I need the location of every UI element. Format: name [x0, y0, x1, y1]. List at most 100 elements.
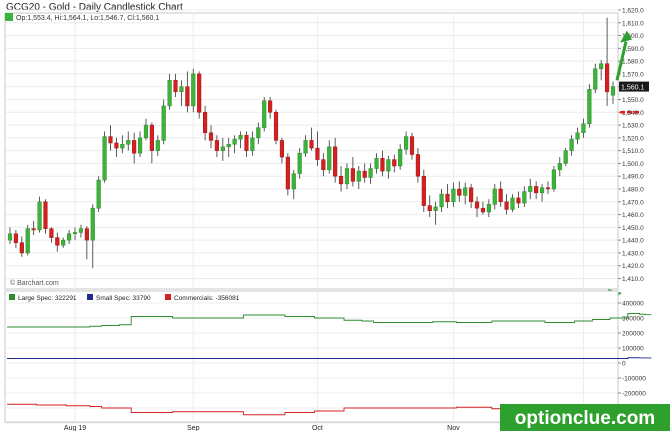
legend-swatch: [87, 294, 93, 300]
x-tick-label: Nov: [447, 425, 460, 431]
price-tick-label: 1,530.0: [622, 123, 644, 130]
candle-body-up: [492, 188, 497, 205]
candle-body-up: [563, 150, 568, 164]
candle-body-down: [108, 136, 113, 144]
candle-body-up: [78, 228, 84, 233]
price-tick-label: 1,620.0: [622, 8, 644, 15]
candle-body-down: [149, 124, 154, 151]
candle-body-up: [569, 138, 574, 151]
candle-body-up: [96, 179, 101, 209]
candle-body-up: [67, 233, 72, 241]
candle-body-down: [214, 140, 219, 151]
candle-body-up: [557, 163, 562, 171]
candle-body-down: [203, 112, 208, 133]
candle-body-down: [457, 188, 462, 196]
candle-body-up: [167, 80, 172, 107]
chart-container: GCG20 - Gold - Daily Candlestick Chart 1…: [0, 0, 670, 432]
price-tick-label: 1,550.0: [622, 97, 644, 104]
price-tick-label: 1,540.0: [622, 110, 644, 117]
candle-body-down: [380, 158, 385, 172]
candle-body-up: [262, 100, 267, 128]
candle-body-down: [474, 201, 480, 209]
candle: [191, 68, 196, 113]
candle-body-up: [356, 170, 361, 182]
candle-body-up: [528, 186, 533, 192]
candle-body-down: [445, 193, 450, 203]
candle-body-down: [114, 142, 119, 149]
candle-body-down: [19, 242, 24, 254]
candle-body-down: [309, 140, 314, 149]
price-tick-label: 1,410.0: [622, 276, 644, 283]
price-tick-label: 1,580.0: [622, 59, 644, 66]
candle-body-down: [279, 140, 285, 158]
chart-title: GCG20 - Gold - Daily Candlestick Chart: [6, 2, 183, 13]
candle-body-down: [208, 132, 214, 141]
candle-body-up: [368, 168, 373, 178]
candle: [421, 169, 426, 213]
candle-body-down: [268, 100, 273, 113]
candle: [285, 153, 290, 196]
candle-body-down: [132, 140, 137, 154]
candle-body-up: [161, 105, 166, 141]
candle-body-down: [84, 228, 89, 241]
candle-body-up: [72, 232, 78, 235]
ohlc-legend-swatch: [5, 13, 13, 21]
watermark: optionclue.com: [500, 404, 670, 431]
candle-body-down: [333, 146, 338, 177]
candle-body-down: [421, 175, 426, 206]
candle-body-up: [297, 152, 302, 174]
candle-body-down: [498, 188, 503, 203]
watermark-text: optionclue.com: [515, 408, 655, 429]
candle: [563, 148, 568, 166]
candle-body-up: [610, 86, 616, 96]
legend-swatch: [9, 294, 15, 300]
candle-body-up: [256, 127, 261, 139]
candle-body-down: [197, 73, 202, 113]
candle: [551, 165, 556, 192]
candle-body-up: [120, 144, 125, 149]
price-tick-label: 1,420.0: [622, 263, 644, 270]
candle-body-down: [321, 159, 326, 171]
price-tick-label: 1,440.0: [622, 238, 644, 245]
candle-body-down: [545, 187, 551, 190]
price-tick-label: 1,470.0: [622, 199, 644, 206]
candle-body-down: [504, 201, 509, 210]
cot-tick-label: 200000: [622, 331, 644, 338]
candle: [37, 196, 42, 233]
candle-body-down: [516, 197, 521, 204]
last-price-text: 1,560.1: [621, 84, 644, 91]
candle-body-up: [250, 137, 255, 151]
ohlc-label: Op:1,553.4, Hi:1,564.1, Lo:1,546.7, Cl:1…: [16, 15, 159, 22]
x-tick-label: Oct: [312, 425, 323, 431]
candle-body-up: [451, 188, 456, 203]
price-tick-label: 1,500.0: [622, 161, 644, 168]
candle-body-up: [522, 191, 527, 204]
candle-body-down: [480, 207, 486, 213]
candle-body-up: [179, 86, 184, 93]
candle-body-down: [350, 168, 355, 182]
price-tick-label: 1,430.0: [622, 250, 644, 257]
candle-body-up: [143, 124, 149, 139]
candle-body-up: [232, 138, 237, 145]
cot-tick-label: 300000: [622, 316, 644, 323]
candle-body-down: [605, 63, 610, 93]
candle-body-down: [409, 136, 415, 155]
candle-body-up: [126, 140, 131, 145]
candle-body-down: [49, 228, 54, 238]
cot-tick-label: -200000: [622, 391, 646, 398]
candle-body-down: [338, 175, 344, 185]
price-axis: 1,410.0 1,420.0 1,430.0 1,440.0 1,450.0 1,460…: [618, 8, 644, 283]
barchart-credit: © Barchart.com: [10, 279, 59, 287]
candle-body-up: [433, 206, 438, 211]
cot-legend: Large Spec: 322291 Small Spec: 33790 Comme…: [9, 294, 240, 302]
price-tick-label: 1,520.0: [622, 135, 644, 142]
candle-body-up: [327, 146, 332, 171]
cot-tick-label: 0: [622, 361, 626, 368]
candle: [587, 84, 592, 128]
candle-body-up: [486, 204, 491, 213]
cot-tick-label: 100000: [622, 346, 644, 353]
legend-swatch: [165, 294, 171, 300]
candle-body-up: [25, 228, 30, 254]
candle-body-up: [398, 149, 403, 167]
candle-body-down: [173, 80, 178, 93]
